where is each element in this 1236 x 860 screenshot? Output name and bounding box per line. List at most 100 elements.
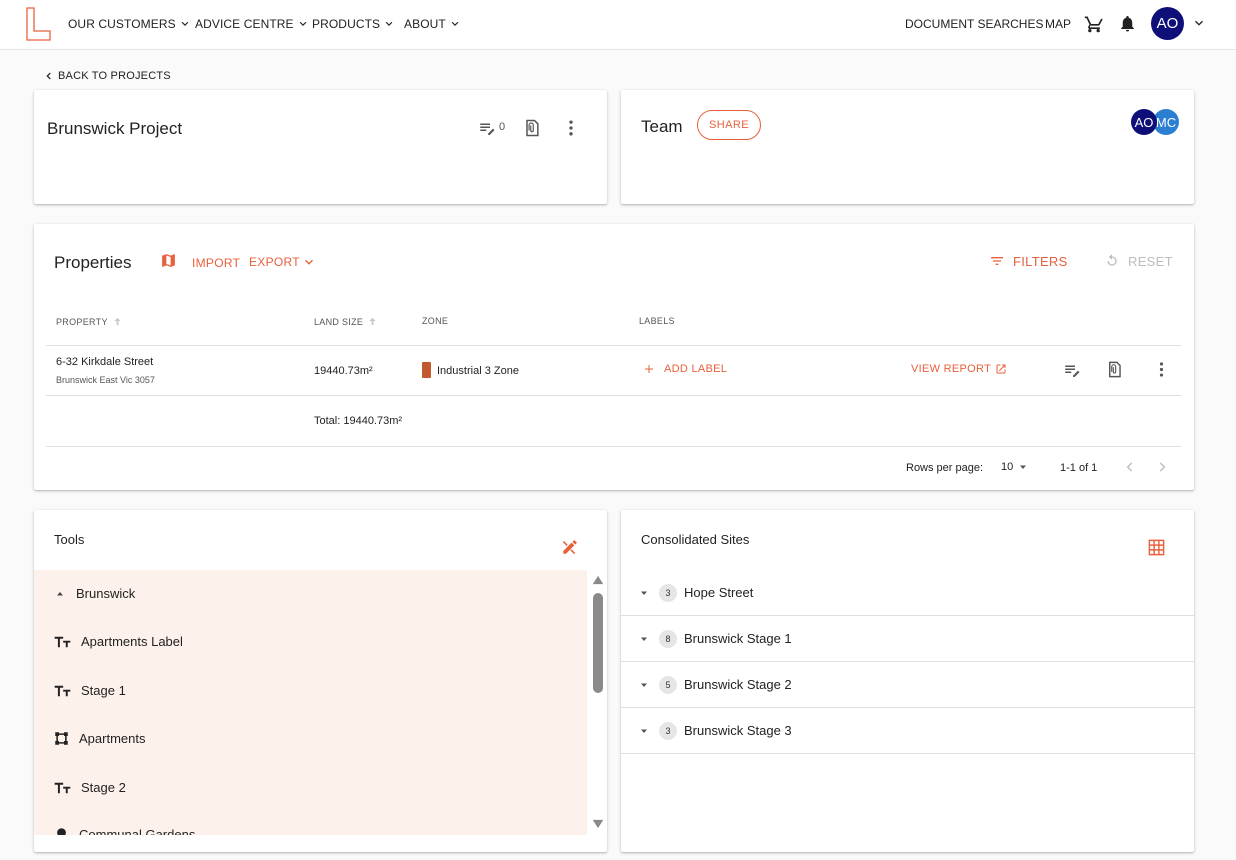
view-report-link[interactable]: VIEW REPORT <box>911 363 1007 375</box>
scroll-down-arrow-icon[interactable] <box>591 818 605 830</box>
team-title: Team <box>641 117 683 136</box>
polygon-icon <box>55 732 68 745</box>
scrollbar-thumb[interactable] <box>593 593 603 693</box>
tools-list: Brunswick Apartments Label Stage 1 Apart… <box>34 570 587 835</box>
chevron-down-icon <box>181 21 189 26</box>
table-divider <box>46 395 1181 396</box>
map-icon[interactable] <box>160 252 177 269</box>
site-name: Brunswick Stage 1 <box>684 631 792 646</box>
caret-down-icon <box>641 729 647 733</box>
table-divider <box>46 345 1181 346</box>
share-button[interactable]: SHARE <box>697 110 761 140</box>
column-header-zone: ZONE <box>422 316 449 326</box>
notes-count: 0 <box>499 121 506 133</box>
land-size-total: Total: 19440.73m² <box>314 415 403 427</box>
consolidated-site-row[interactable]: 3 Brunswick Stage 3 <box>621 708 1194 754</box>
tool-item[interactable]: Stage 1 <box>54 683 126 698</box>
caret-down-icon <box>1020 465 1027 469</box>
site-name: Brunswick Stage 3 <box>684 723 792 738</box>
attachment-document-icon[interactable] <box>522 118 542 138</box>
notifications-bell-icon[interactable] <box>1118 14 1137 33</box>
site-name: Brunswick Stage 2 <box>684 677 792 692</box>
user-avatar[interactable]: AO <box>1151 7 1184 40</box>
back-to-projects-link[interactable]: BACK TO PROJECTS <box>44 70 171 82</box>
property-suburb: Brunswick East Vic 3057 <box>56 375 155 385</box>
zone-color-swatch <box>422 362 431 378</box>
tools-card: Tools Brunswick Apartments Label Stage 1… <box>34 510 607 852</box>
cart-icon[interactable] <box>1084 14 1104 34</box>
chevron-down-icon <box>304 259 313 265</box>
rows-per-page-select[interactable]: 10 <box>1001 461 1029 473</box>
team-member-avatar[interactable]: AO <box>1131 109 1157 135</box>
properties-card: Properties IMPORT EXPORT FILTERS RESET P… <box>34 224 1194 490</box>
caret-up-icon <box>57 591 63 595</box>
pin-icon <box>57 828 66 835</box>
account-menu-chevron-icon[interactable] <box>1192 16 1206 30</box>
caret-down-icon <box>641 683 647 687</box>
row-attachment-icon[interactable] <box>1105 360 1124 379</box>
tools-title: Tools <box>54 532 85 547</box>
consolidated-site-row[interactable]: 3 Hope Street <box>621 570 1194 616</box>
row-more-vertical-icon[interactable] <box>1152 360 1171 379</box>
caret-down-icon <box>641 637 647 641</box>
nav-about[interactable]: ABOUT <box>404 17 462 31</box>
tools-scrollbar[interactable] <box>589 570 607 835</box>
chevron-down-icon <box>299 21 306 26</box>
properties-title: Properties <box>54 253 132 272</box>
nav-document-searches[interactable]: DOCUMENT SEARCHES <box>905 17 1043 31</box>
import-button[interactable]: IMPORT <box>192 256 240 270</box>
tool-item[interactable]: Stage 2 <box>54 780 126 795</box>
column-header-labels: LABELS <box>639 316 675 326</box>
reset-icon <box>1107 254 1117 266</box>
reset-button[interactable]: RESET <box>1104 253 1173 269</box>
next-page-icon[interactable] <box>1155 460 1169 474</box>
nav-our-customers[interactable]: OUR CUSTOMERS <box>68 17 192 31</box>
tool-item[interactable]: Apartments <box>54 731 145 746</box>
text-icon <box>54 636 71 647</box>
previous-page-icon[interactable] <box>1123 460 1137 474</box>
chevron-down-icon <box>451 21 459 26</box>
consolidated-sites-card: Consolidated Sites 3 Hope Street 8 Bruns… <box>621 510 1194 852</box>
sort-arrow-up-icon <box>114 317 121 326</box>
text-icon <box>54 685 71 696</box>
zone-value: Industrial 3 Zone <box>437 365 519 377</box>
chevron-left-icon <box>46 72 51 80</box>
project-card: Brunswick Project 0 <box>34 90 607 204</box>
land-size-value: 19440.73m² <box>314 365 373 377</box>
nav-advice-centre[interactable]: ADVICE CENTRE <box>195 17 310 31</box>
tool-item[interactable]: Communal Gardens <box>54 827 195 835</box>
export-button[interactable]: EXPORT <box>249 255 316 269</box>
add-label-button[interactable]: ADD LABEL <box>643 363 727 375</box>
property-address[interactable]: 6-32 Kirkdale Street <box>56 356 153 368</box>
brand-logo-icon[interactable] <box>24 6 52 42</box>
sort-arrow-up-icon <box>369 317 376 326</box>
site-name: Hope Street <box>684 585 754 600</box>
filters-button[interactable]: FILTERS <box>989 253 1068 269</box>
nav-map[interactable]: MAP <box>1045 17 1071 31</box>
nav-products[interactable]: PRODUCTS <box>312 17 396 31</box>
row-notes-edit-icon[interactable] <box>1063 361 1081 379</box>
more-vertical-icon[interactable] <box>561 118 581 138</box>
team-card: Team SHARE MC AO <box>621 90 1194 204</box>
caret-down-icon <box>641 591 647 595</box>
site-count-badge: 8 <box>659 629 677 648</box>
site-count-badge: 3 <box>659 583 677 602</box>
open-in-new-icon <box>996 364 1006 374</box>
column-header-property[interactable]: PROPERTY <box>56 316 123 327</box>
chevron-down-icon <box>385 21 393 26</box>
consolidated-sites-title: Consolidated Sites <box>641 532 750 547</box>
rows-per-page-label: Rows per page: <box>906 462 984 474</box>
drawing-tools-icon[interactable] <box>561 538 579 556</box>
plus-icon <box>645 365 653 373</box>
consolidated-site-row[interactable]: 5 Brunswick Stage 2 <box>621 662 1194 708</box>
tools-group-brunswick[interactable]: Brunswick <box>54 586 135 601</box>
text-icon <box>54 782 71 793</box>
tool-item[interactable]: Apartments Label <box>54 634 183 649</box>
scroll-up-arrow-icon[interactable] <box>591 574 605 586</box>
grid-table-icon[interactable] <box>1147 538 1166 557</box>
consolidated-site-row[interactable]: 8 Brunswick Stage 1 <box>621 616 1194 662</box>
column-header-land-size[interactable]: LAND SIZE <box>314 316 378 327</box>
notes-edit-icon[interactable] <box>478 119 496 137</box>
site-count-badge: 3 <box>659 721 677 740</box>
table-divider <box>46 446 1181 447</box>
